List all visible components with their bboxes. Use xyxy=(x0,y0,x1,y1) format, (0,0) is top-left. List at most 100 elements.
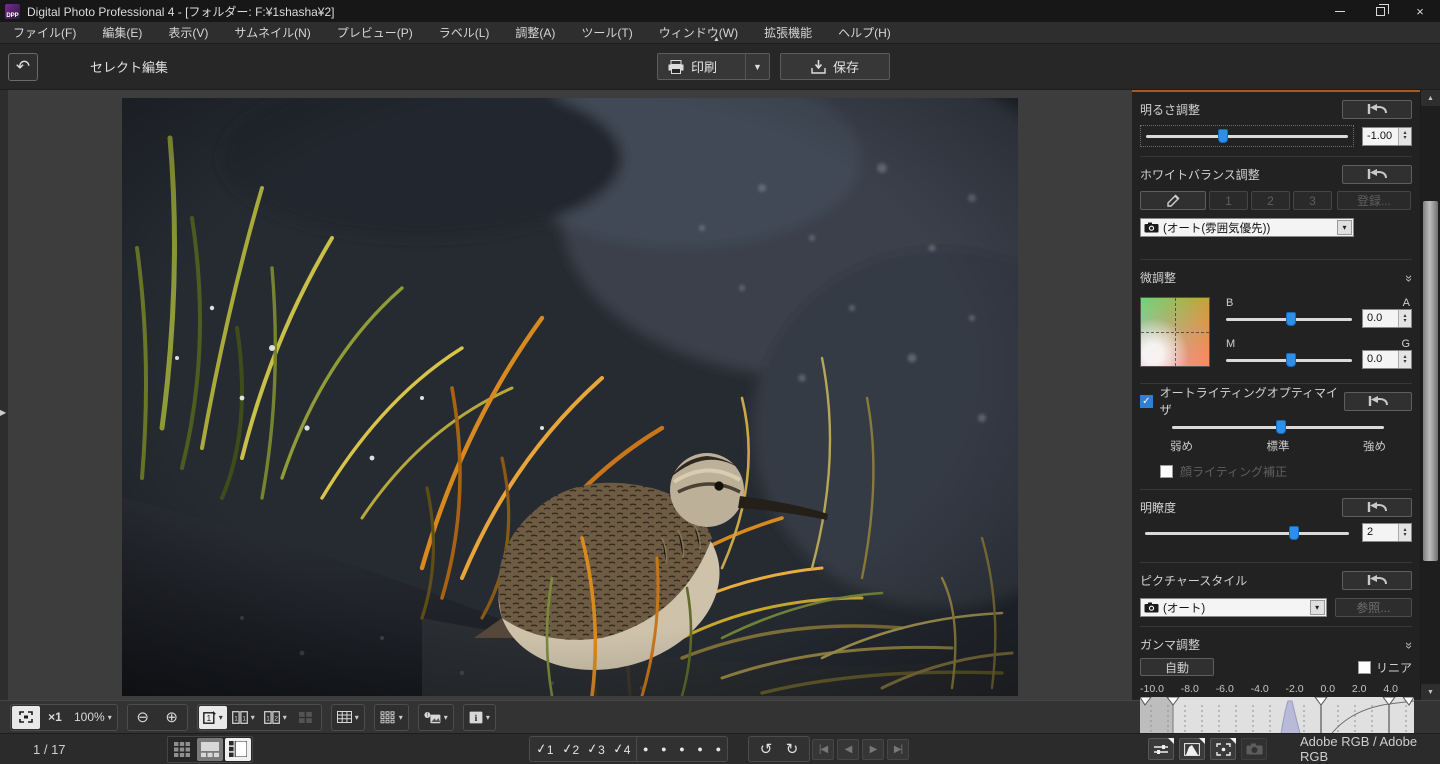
rotate-left-button[interactable]: ↺ xyxy=(755,740,777,758)
gamma-auto-button[interactable]: 自動 xyxy=(1140,658,1214,676)
brightness-slider-thumb[interactable] xyxy=(1218,129,1228,143)
alo-reset-button[interactable] xyxy=(1344,392,1412,411)
last-image-button[interactable]: ▶| xyxy=(887,739,909,760)
spin-down-icon[interactable]: ▾ xyxy=(1403,319,1406,324)
navigator-palette-toggle-button[interactable] xyxy=(1210,738,1236,760)
compare-1-2-view-button[interactable]: 1 2 ▾ xyxy=(260,706,291,729)
vertical-split-view-button[interactable] xyxy=(225,738,251,761)
wb-dropdown-icon[interactable]: ▾ xyxy=(1337,220,1352,235)
alo-checkbox[interactable]: ✓ xyxy=(1140,395,1153,408)
save-button[interactable]: 保存 xyxy=(780,53,890,80)
menu-window[interactable]: ウィンドウ(W) xyxy=(646,22,751,43)
minimize-button[interactable] xyxy=(1320,0,1360,22)
checkmark-4-button[interactable]: ✓4 xyxy=(613,741,631,757)
rating-dot-1[interactable]: ● xyxy=(643,744,648,754)
compare-1-1-view-button[interactable]: 1 1 ▾ xyxy=(228,706,259,729)
color-tune-grid[interactable] xyxy=(1140,297,1210,367)
menu-thumbnail[interactable]: サムネイル(N) xyxy=(221,22,323,43)
alo-slider-thumb[interactable] xyxy=(1276,420,1286,434)
checkmark-1-button[interactable]: ✓1 xyxy=(536,741,554,757)
photo-preview[interactable] xyxy=(122,98,1018,696)
picture-style-dropdown-icon[interactable]: ▾ xyxy=(1310,600,1325,615)
ba-spinbox[interactable]: 0.0 ▴▾ xyxy=(1362,309,1412,328)
rating-dot-5[interactable]: ● xyxy=(716,744,721,754)
scroll-up-button[interactable]: ▲ xyxy=(1421,90,1440,106)
single-view-button[interactable]: 1 ▾ xyxy=(199,706,227,729)
alo-slider[interactable] xyxy=(1170,419,1386,435)
first-image-button[interactable]: |◀ xyxy=(812,739,834,760)
wb-eyedropper-button[interactable] xyxy=(1140,191,1206,210)
wb-preset-3-button[interactable]: 3 xyxy=(1293,191,1332,210)
menu-label[interactable]: ラベル(L) xyxy=(426,22,503,43)
previous-image-button[interactable]: ◀ xyxy=(837,739,859,760)
menu-file[interactable]: ファイル(F) xyxy=(0,22,89,43)
brightness-reset-button[interactable] xyxy=(1342,100,1412,119)
tool-palette-toggle-button[interactable] xyxy=(1148,738,1174,760)
thumbnail-grid-view-button[interactable] xyxy=(169,738,195,761)
menu-view[interactable]: 表示(V) xyxy=(155,22,221,43)
grid-overlay-button[interactable]: ▾ xyxy=(333,706,363,729)
spin-down-icon[interactable]: ▾ xyxy=(1403,360,1406,365)
scrollbar-track[interactable] xyxy=(1421,106,1440,684)
linear-checkbox[interactable] xyxy=(1358,661,1371,674)
restore-button[interactable] xyxy=(1360,0,1400,22)
info-button[interactable]: i ▾ xyxy=(465,706,494,729)
mg-slider[interactable] xyxy=(1224,352,1354,368)
pixel-count-button[interactable]: ▾ xyxy=(376,706,407,729)
rotate-right-button[interactable]: ↻ xyxy=(781,740,803,758)
left-expand-icon[interactable]: ▶ xyxy=(0,408,6,417)
spin-down-icon[interactable]: ▾ xyxy=(1403,136,1406,141)
collapse-section-icon[interactable]: » xyxy=(1402,274,1417,279)
palette-scrollbar[interactable]: ▲ ▼ xyxy=(1420,90,1440,700)
menu-edit[interactable]: 編集(E) xyxy=(89,22,155,43)
spin-down-icon[interactable]: ▾ xyxy=(1403,533,1406,538)
rating-dot-3[interactable]: ● xyxy=(679,744,684,754)
rating-dot-4[interactable]: ● xyxy=(697,744,702,754)
brightness-spinbox[interactable]: -1.00 ▴▾ xyxy=(1362,127,1412,146)
wb-preset-1-button[interactable]: 1 xyxy=(1209,191,1248,210)
checkmark-2-button[interactable]: ✓2 xyxy=(562,741,580,757)
scrollbar-thumb[interactable] xyxy=(1423,201,1438,561)
camera-control-toggle-button[interactable] xyxy=(1241,738,1267,760)
picture-style-browse-button[interactable]: 参照... xyxy=(1335,598,1412,617)
menu-adjust[interactable]: 調整(A) xyxy=(502,22,568,43)
clarity-slider-thumb[interactable] xyxy=(1289,526,1299,540)
menu-tools[interactable]: ツール(T) xyxy=(568,22,645,43)
horizontal-split-view-button[interactable] xyxy=(197,738,223,761)
collapse-section-icon[interactable]: » xyxy=(1402,641,1417,646)
scroll-down-button[interactable]: ▼ xyxy=(1421,684,1440,700)
back-button[interactable]: ↶ xyxy=(8,53,38,81)
toolbar-collapse-icon[interactable]: ▲ xyxy=(713,36,720,43)
clarity-slider[interactable] xyxy=(1143,525,1351,541)
menu-preview[interactable]: プレビュー(P) xyxy=(324,22,426,43)
checkmark-3-button[interactable]: ✓3 xyxy=(587,741,605,757)
next-image-button[interactable]: ▶ xyxy=(862,739,884,760)
wb-register-button[interactable]: 登録... xyxy=(1337,191,1411,210)
histogram-palette-toggle-button[interactable] xyxy=(1179,738,1205,760)
zoom-1to1-button[interactable]: ×1 xyxy=(41,706,69,729)
rating-dot-2[interactable]: ● xyxy=(661,744,666,754)
brightness-slider[interactable] xyxy=(1144,128,1350,144)
clarity-spinbox[interactable]: 2 ▴▾ xyxy=(1362,523,1412,542)
ba-slider-thumb[interactable] xyxy=(1286,312,1296,326)
menu-help[interactable]: ヘルプ(H) xyxy=(825,22,904,43)
print-button[interactable]: 印刷 ▼ xyxy=(657,53,770,80)
mg-slider-thumb[interactable] xyxy=(1286,353,1296,367)
wb-select[interactable]: (オート(雰囲気優先)) ▾ xyxy=(1140,218,1354,237)
face-lighting-checkbox[interactable] xyxy=(1160,465,1173,478)
mg-spinbox[interactable]: 0.0 ▴▾ xyxy=(1362,350,1412,369)
zoom-out-button[interactable]: ⊖ xyxy=(129,706,157,729)
multi-view-button[interactable] xyxy=(292,706,320,729)
close-button[interactable]: × xyxy=(1400,0,1440,22)
zoom-in-button[interactable]: ⊕ xyxy=(158,706,186,729)
picture-style-select[interactable]: (オート) ▾ xyxy=(1140,598,1327,617)
picture-style-reset-button[interactable] xyxy=(1342,571,1412,590)
zoom-level-dropdown[interactable]: 100%▾ xyxy=(70,706,116,729)
highlight-warning-button[interactable]: ! ▾ xyxy=(420,706,452,729)
wb-reset-button[interactable] xyxy=(1342,165,1412,184)
wb-preset-2-button[interactable]: 2 xyxy=(1251,191,1290,210)
fit-to-window-button[interactable] xyxy=(12,706,40,729)
ba-slider[interactable] xyxy=(1224,311,1354,327)
menu-extensions[interactable]: 拡張機能 xyxy=(751,22,825,43)
print-dropdown[interactable]: ▼ xyxy=(745,54,769,79)
